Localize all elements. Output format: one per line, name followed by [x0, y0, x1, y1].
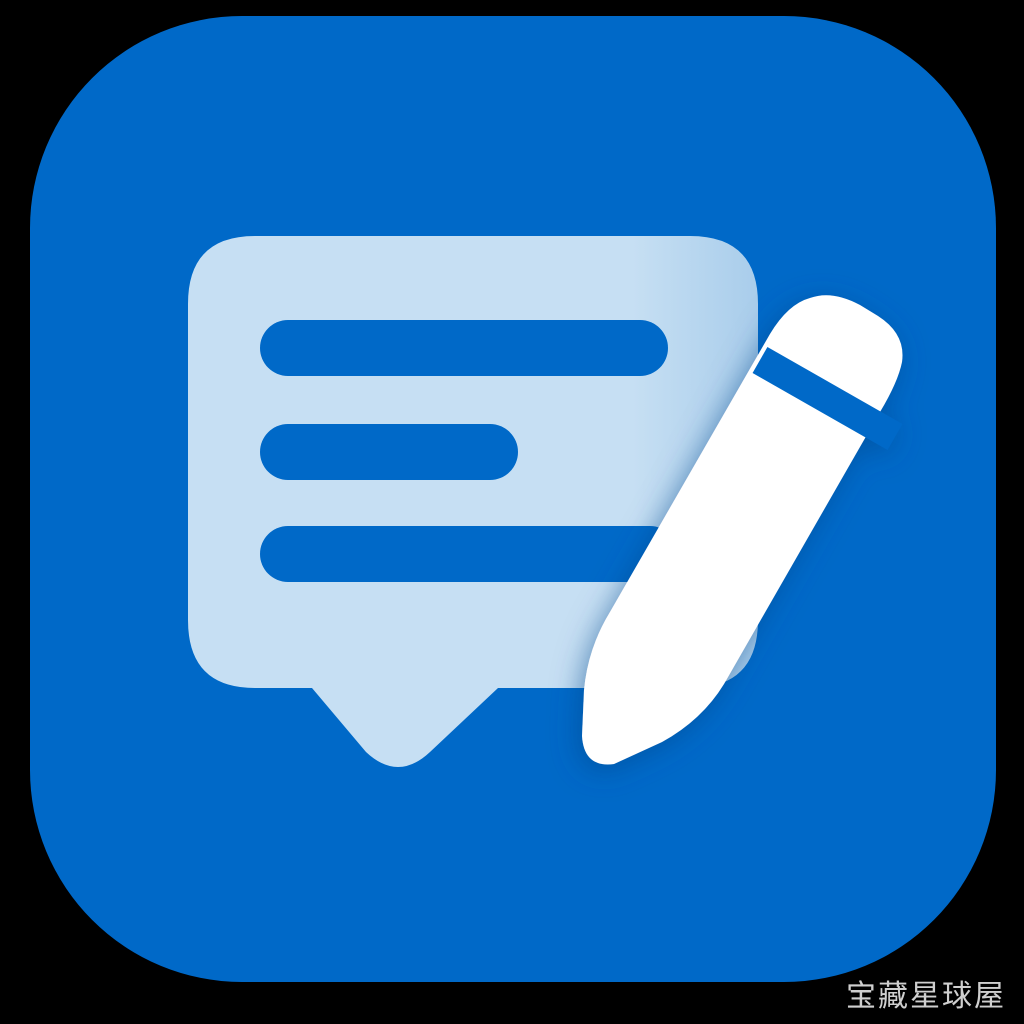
app-icon-canvas: 宝藏星球屋: [0, 0, 1024, 1024]
watermark-text: 宝藏星球屋: [846, 979, 1006, 1014]
app-icon: [30, 16, 996, 982]
